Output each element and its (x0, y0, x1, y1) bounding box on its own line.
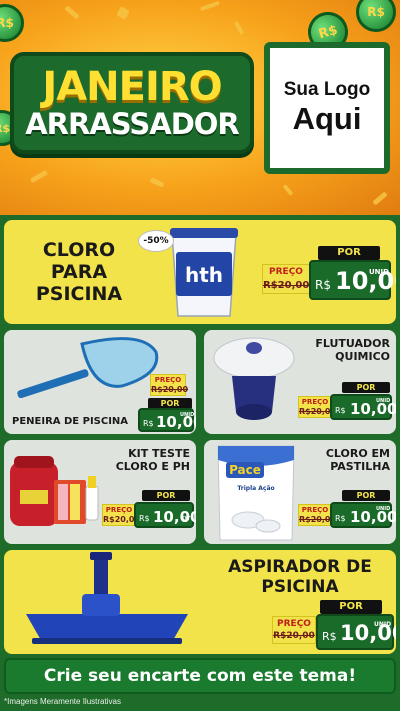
pool-vacuum-image (26, 552, 188, 644)
pool-skimmer-image (17, 337, 159, 398)
header-banner: R$ R$ R$ R$ JANEIRO ARRASSADOR Sua Logo … (0, 0, 400, 215)
coin-icon: R$ (356, 0, 396, 32)
old-price-tag: PREÇO R$20,00 (102, 504, 141, 526)
title-line-1: JANEIRO (42, 64, 222, 110)
new-price: R$ 10,00 UNID (309, 260, 396, 300)
product-card-pastilha[interactable]: Pace Tripla Ação CLORO EM PASTILHA POR P… (204, 440, 396, 544)
confetti (233, 20, 245, 36)
discount-badge: -50% (138, 230, 174, 252)
product-name: CLORO PARA PSICINA (35, 239, 123, 305)
product-card-cloro[interactable]: CLORO PARA PSICINA hth -50% POR PREÇO R$… (4, 220, 396, 324)
new-price: R$ 10,00 UNID (138, 408, 196, 432)
new-price: R$ 10,00 UNID (330, 502, 396, 528)
logo-text-2: Aqui (292, 101, 362, 136)
old-price-tag: PREÇO R$20,00 (272, 616, 316, 644)
disclaimer-text: *Imagens Meramente Ilustrativas (4, 697, 121, 706)
old-price-tag: PREÇO R$20,00 (262, 264, 310, 294)
chemical-floater-image (213, 337, 295, 420)
confetti (372, 191, 388, 206)
logo-placeholder[interactable]: Sua Logo Aqui (264, 42, 390, 174)
old-price-tag: PREÇO R$20,00 (150, 374, 189, 396)
new-price: R$ 10,00 UNID (316, 614, 396, 650)
old-price-tag: PREÇO R$20,00 (298, 504, 337, 526)
old-price-tag: PREÇO R$20,00 (298, 396, 337, 418)
por-label: POR (320, 600, 382, 614)
svg-text:hth: hth (185, 263, 223, 287)
title-line-2: ARRASSADOR (25, 107, 240, 141)
new-price: R$ 10,00 UNID (330, 394, 396, 420)
product-card-peneira[interactable]: PENEIRA DE PISCINA PREÇO R$20,00 POR R$ … (4, 330, 196, 434)
por-label: POR (342, 490, 390, 501)
svg-text:Pace: Pace (229, 463, 261, 477)
logo-text-1: Sua Logo (283, 79, 371, 100)
product-name: FLUTUADOR QUIMICO (315, 337, 390, 363)
campaign-title: JANEIRO ARRASSADOR (10, 52, 254, 154)
por-label: POR (318, 246, 380, 260)
confetti (199, 0, 221, 12)
product-card-kit-teste[interactable]: KIT TESTE CLORO E PH POR PREÇO R$20,00 R… (4, 440, 196, 544)
product-name: KIT TESTE CLORO E PH (115, 447, 190, 473)
por-label: POR (342, 382, 390, 393)
coin-icon: R$ (0, 4, 24, 42)
product-name: PENEIRA DE PISCINA (12, 416, 129, 427)
cta-banner[interactable]: Crie seu encarte com este tema! (4, 658, 396, 694)
svg-text:Tripla Ação: Tripla Ação (237, 485, 274, 492)
por-label: POR (142, 490, 190, 501)
confetti (64, 5, 80, 20)
chlorine-tablet-bag-image: Pace Tripla Ação (217, 445, 295, 541)
chlorine-bucket-image: hth (170, 228, 238, 317)
confetti (29, 169, 49, 184)
product-name: CLORO EM PASTILHA (325, 447, 390, 473)
product-card-aspirador[interactable]: ASPIRADOR DE PSICINA POR PREÇO R$20,00 R… (4, 550, 396, 654)
new-price: R$ 10,00 KIT (134, 502, 196, 528)
cta-text: Crie seu encarte com este tema! (43, 666, 357, 686)
confetti (149, 177, 165, 188)
product-card-flutuador[interactable]: FLUTUADOR QUIMICO POR PREÇO R$20,00 R$ 1… (204, 330, 396, 434)
test-kit-image (10, 456, 99, 526)
product-name: ASPIRADOR DE PSICINA (228, 557, 372, 597)
confetti (282, 184, 294, 196)
confetti (116, 6, 130, 20)
